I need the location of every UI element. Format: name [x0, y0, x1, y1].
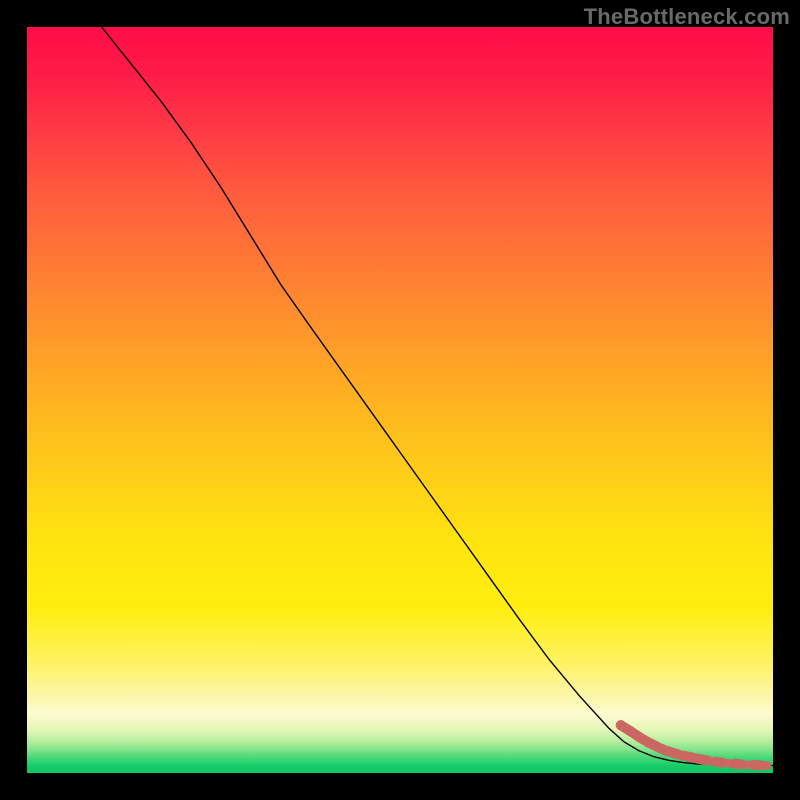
watermark-text: TheBottleneck.com [584, 4, 790, 30]
marker-dash [633, 733, 638, 736]
chart-overlay [27, 27, 773, 773]
marker-dash [697, 759, 707, 761]
main-curve-line [102, 27, 773, 766]
bottom-marker-group [616, 720, 772, 770]
marker-dash [734, 764, 741, 765]
marker-dash [716, 762, 723, 763]
marker-dash [623, 727, 628, 730]
marker-dash [683, 756, 692, 758]
marker-dash [642, 738, 647, 741]
chart-frame: { "watermark": "TheBottleneck.com", "cha… [0, 0, 800, 800]
marker-dash [673, 753, 678, 755]
